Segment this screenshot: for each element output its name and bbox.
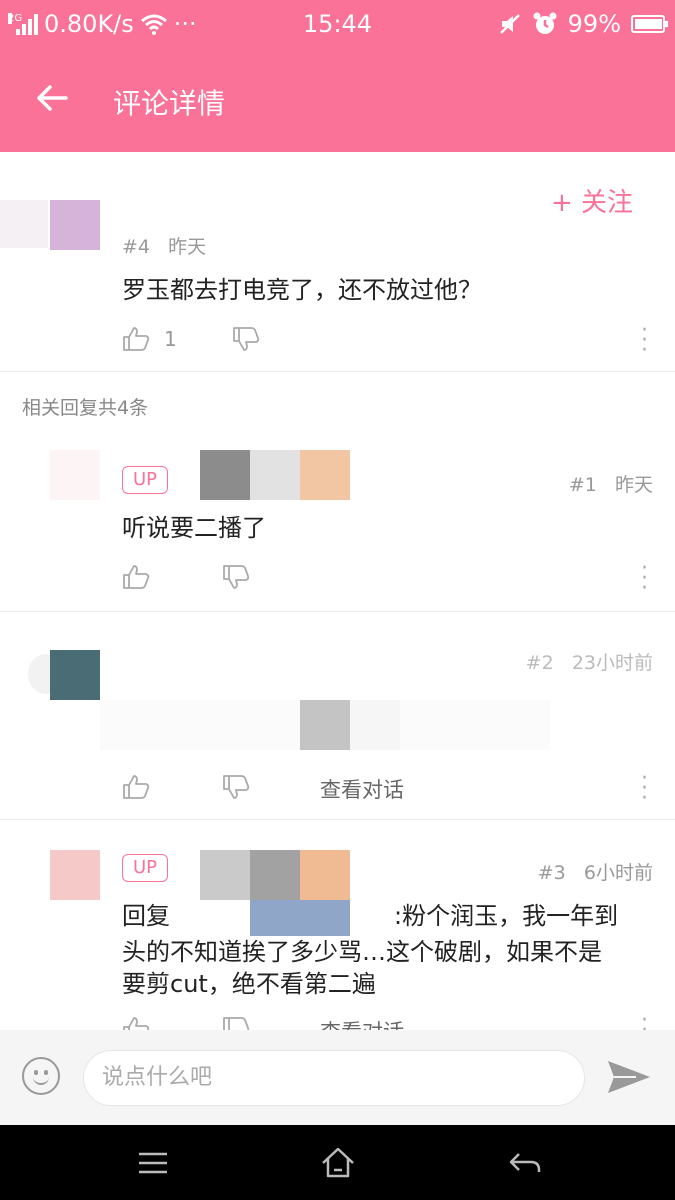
status-bar: 2G 0.80K/s ··· 15:44 99% <box>0 0 675 50</box>
comment-actions: 1 · · · <box>122 320 652 362</box>
page-title: 评论详情 <box>113 87 226 120</box>
up-badge: UP <box>122 854 168 882</box>
avatar[interactable] <box>50 200 100 250</box>
reply-time: 23小时前 <box>571 652 653 674</box>
thumbs-down-icon <box>223 565 250 589</box>
comment-meta: #4 昨天 <box>122 232 206 259</box>
reply-line: 回复 :粉个润玉，我一年到 <box>122 900 618 936</box>
reply-actions: 查看对话 ··· <box>122 768 652 810</box>
dislike-button[interactable] <box>222 564 250 595</box>
alarm-icon <box>533 12 557 34</box>
main-comment: + 关注 #4 昨天 罗玉都去打电竞了，还不放过他？ 1 · · · <box>0 152 675 372</box>
thumbs-up-icon <box>123 565 150 589</box>
comment-text: 罗玉都去打电竞了，还不放过他？ <box>122 276 482 304</box>
more-options-icon[interactable]: ··· <box>641 768 648 810</box>
username-blur <box>300 450 350 500</box>
username-blur <box>200 850 250 900</box>
username-blur <box>300 850 350 900</box>
comment-input[interactable]: 说点什么吧 <box>83 1050 585 1106</box>
app-bar: 评论详情 <box>0 50 675 152</box>
comment-time: 昨天 <box>168 236 207 258</box>
avatar[interactable] <box>50 450 100 500</box>
username-blur <box>250 450 300 500</box>
up-badge: UP <box>122 466 168 494</box>
reply-line-2: 头的不知道挨了多少骂…这个破剧，如果不是 <box>122 938 602 966</box>
back-button[interactable] <box>34 80 74 120</box>
mute-icon <box>499 14 520 34</box>
like-button[interactable] <box>122 774 150 800</box>
view-conversation-link[interactable]: 查看对话 <box>320 774 404 804</box>
reply-meta: #3 6小时前 <box>538 858 653 885</box>
comment-input-bar: 说点什么吧 <box>0 1030 675 1125</box>
reply-line-3: 要剪cut，绝不看第二遍 <box>122 970 376 998</box>
battery-icon <box>631 15 668 33</box>
smiley-icon[interactable] <box>22 1057 60 1095</box>
reply-text: 听说要二播了 <box>122 514 266 542</box>
username-blur <box>250 850 300 900</box>
menu-icon[interactable] <box>133 1143 173 1183</box>
send-icon[interactable] <box>606 1057 652 1097</box>
home-icon[interactable] <box>318 1143 358 1183</box>
dislike-button[interactable] <box>232 326 260 357</box>
reply-line-1: :粉个润玉，我一年到 <box>394 902 619 930</box>
floor-number: #2 <box>525 652 554 674</box>
reply-meta: #1 昨天 <box>569 470 653 497</box>
like-button[interactable] <box>122 564 150 590</box>
arrow-left-icon <box>37 85 68 111</box>
reply-text-blur <box>350 700 400 750</box>
more-options-icon[interactable]: ··· <box>641 320 648 362</box>
reply-meta: #2 23小时前 <box>526 648 653 675</box>
reply-text: 回复 :粉个润玉，我一年到 头的不知道挨了多少骂…这个破剧，如果不是 要剪cut… <box>122 900 618 1000</box>
follow-button[interactable]: + 关注 <box>551 182 633 219</box>
reply-actions: · · · <box>122 558 652 600</box>
reply-item: UP #3 6小时前 回复 :粉个润玉，我一年到 头的不知道挨了多少骂…这个破剧… <box>0 820 675 1052</box>
floor-number: #3 <box>537 862 566 884</box>
comment-detail-screen: 2G 0.80K/s ··· 15:44 99% 评论详情 + 关注 #4 昨天… <box>0 0 675 1200</box>
like-count: 1 <box>164 327 177 351</box>
more-options-icon[interactable]: ··· <box>641 558 648 600</box>
reply-item: #2 23小时前 查看对话 · · · <box>0 612 675 820</box>
reply-text-blur <box>300 700 350 750</box>
username-blur <box>200 450 250 500</box>
status-right: 99% <box>498 10 668 38</box>
thumbs-up-icon <box>123 327 150 351</box>
reply-time: 6小时前 <box>583 862 653 884</box>
username-blur <box>0 200 48 248</box>
reply-item: UP #1 昨天 听说要二播了 · · · <box>0 430 675 612</box>
mention-blur <box>250 900 350 936</box>
floor-number: #1 <box>568 474 597 496</box>
avatar[interactable] <box>50 850 100 900</box>
thumbs-up-icon <box>123 775 150 799</box>
system-nav-bar <box>0 1125 675 1200</box>
like-button[interactable]: 1 <box>122 326 177 352</box>
replies-header: 相关回复共4条 <box>22 397 149 419</box>
battery-percent: 99% <box>567 10 621 38</box>
thumbs-down-icon <box>223 775 250 799</box>
reply-prefix: 回复 <box>122 902 170 930</box>
avatar[interactable] <box>50 650 100 700</box>
dislike-button[interactable] <box>222 774 250 805</box>
back-nav-icon[interactable] <box>505 1143 545 1183</box>
reply-time: 昨天 <box>614 474 653 496</box>
floor-number: #4 <box>122 236 151 258</box>
thumbs-down-icon <box>233 327 260 351</box>
